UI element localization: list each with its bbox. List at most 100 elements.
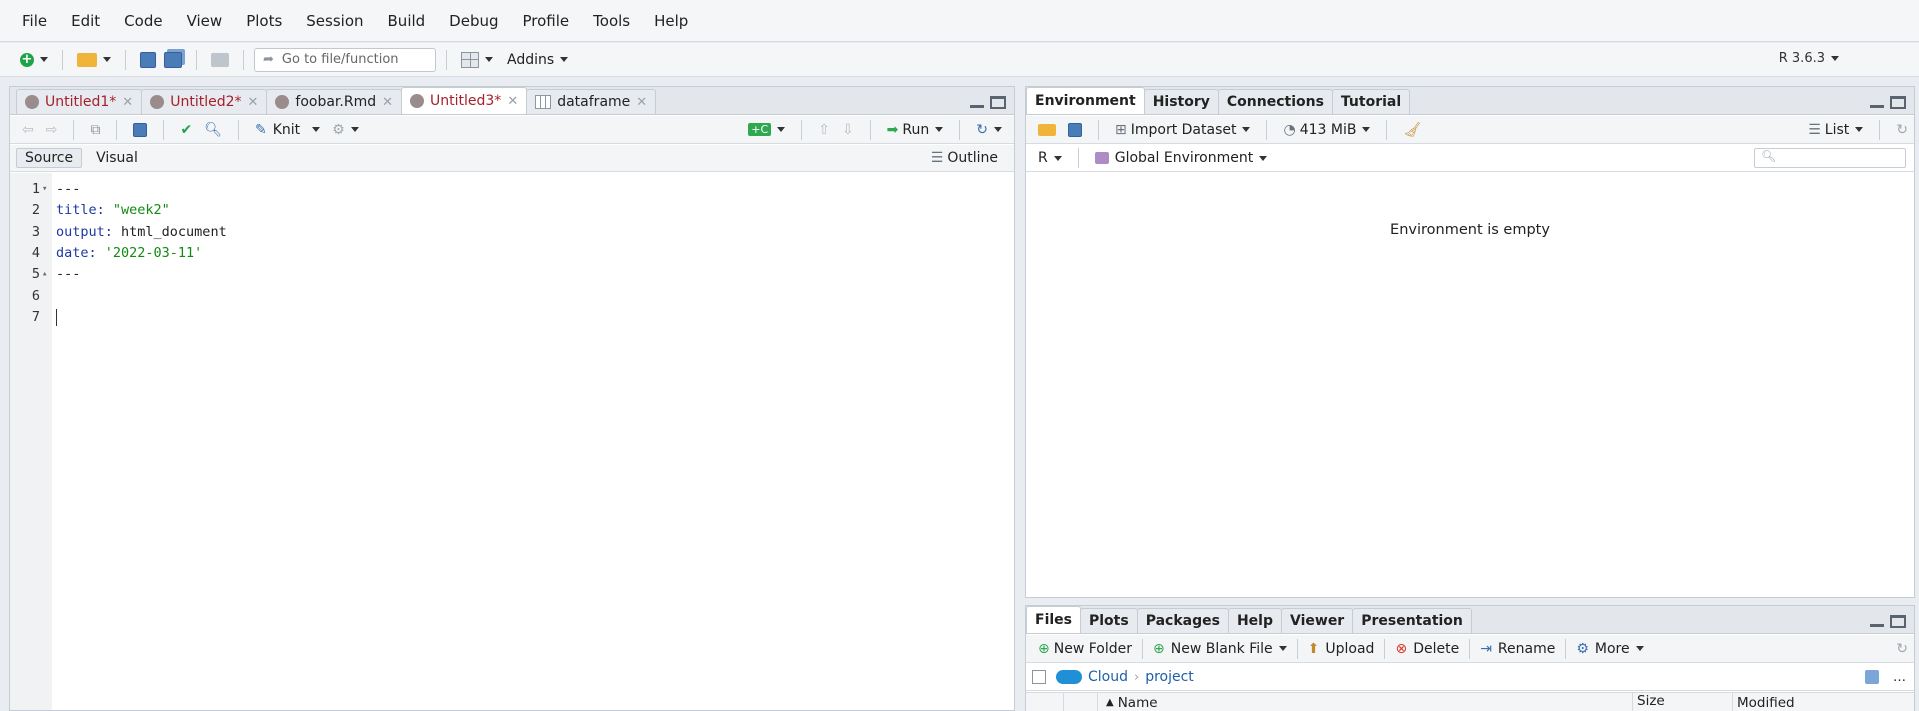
- tab-files[interactable]: Files: [1026, 606, 1081, 633]
- code-area[interactable]: 1 ▾ --- 2 title: "week2" 3 output: html_docume…: [10, 173, 1014, 710]
- memory-usage-button[interactable]: ◔ 413 MiB: [1277, 119, 1376, 141]
- menu-view[interactable]: View: [187, 12, 223, 30]
- menu-edit[interactable]: Edit: [71, 12, 100, 30]
- menu-plots[interactable]: Plots: [246, 12, 282, 30]
- col-modified-header[interactable]: Modified: [1733, 695, 1795, 711]
- insert-chunk-icon: +C: [748, 123, 772, 136]
- breadcrumb-project[interactable]: project: [1145, 669, 1194, 685]
- menu-help[interactable]: Help: [654, 12, 688, 30]
- close-icon[interactable]: ✕: [507, 94, 518, 109]
- menu-profile[interactable]: Profile: [523, 12, 570, 30]
- tab-untitled3[interactable]: Untitled3* ✕: [401, 87, 528, 114]
- delete-button[interactable]: ⊗ Delete: [1389, 638, 1465, 660]
- tab-tutorial[interactable]: Tutorial: [1331, 89, 1411, 114]
- menu-tools[interactable]: Tools: [593, 12, 630, 30]
- save-all-button[interactable]: [160, 47, 186, 73]
- close-icon[interactable]: ✕: [636, 95, 647, 110]
- tab-environment[interactable]: Environment: [1026, 87, 1145, 114]
- minimize-icon[interactable]: [1870, 96, 1884, 108]
- tab-foobar-rmd[interactable]: foobar.Rmd ✕: [266, 89, 403, 114]
- visual-mode-button[interactable]: Visual: [90, 147, 144, 169]
- close-icon[interactable]: ✕: [382, 95, 393, 110]
- code-editor[interactable]: 1 ▾ --- 2 title: "week2" 3 output: html_docume…: [10, 173, 1014, 710]
- print-button[interactable]: [207, 47, 233, 73]
- tab-untitled2[interactable]: Untitled2* ✕: [141, 89, 268, 114]
- menu-session[interactable]: Session: [306, 12, 363, 30]
- tab-packages[interactable]: Packages: [1136, 608, 1229, 633]
- menu-build[interactable]: Build: [388, 12, 426, 30]
- fold-toggle-icon[interactable]: ▾: [42, 179, 47, 200]
- show-in-window-icon[interactable]: ⧉: [84, 119, 106, 141]
- rename-button[interactable]: ⇥ Rename: [1474, 638, 1561, 660]
- r-version-selector[interactable]: R 3.6.3: [1779, 51, 1839, 66]
- goto-file-input[interactable]: ➦ Go to file/function: [254, 47, 436, 72]
- plus-icon: ⊕: [1153, 640, 1165, 657]
- line-number: 4: [31, 244, 40, 261]
- source-mode-button[interactable]: Source: [16, 148, 83, 168]
- upload-button[interactable]: ⬆ Upload: [1302, 638, 1381, 660]
- open-file-button[interactable]: [73, 47, 115, 73]
- settings-gear-button[interactable]: ⚙: [326, 119, 365, 141]
- tab-dataframe[interactable]: dataframe ✕: [526, 89, 657, 114]
- clear-workspace-button[interactable]: 🧹︎: [1397, 119, 1427, 141]
- forward-arrow-icon[interactable]: ⇨: [40, 119, 64, 141]
- more-options-icon[interactable]: …: [1893, 670, 1906, 685]
- tab-connections[interactable]: Connections: [1217, 89, 1333, 114]
- close-icon[interactable]: ✕: [122, 95, 133, 110]
- refresh-button[interactable]: ↻: [1890, 638, 1914, 660]
- next-chunk-button[interactable]: ⇩: [836, 119, 860, 141]
- pane-layout-button[interactable]: [457, 47, 497, 73]
- maximize-icon[interactable]: [1890, 96, 1906, 109]
- addins-button[interactable]: Addins: [503, 47, 572, 73]
- save-button[interactable]: [136, 47, 160, 73]
- prev-chunk-button[interactable]: ⇧: [812, 119, 836, 141]
- save-all-icon: [164, 51, 182, 68]
- col-size-header[interactable]: Size: [1633, 693, 1733, 711]
- back-arrow-icon[interactable]: ⇦: [16, 119, 40, 141]
- env-search-input[interactable]: 🔍︎: [1754, 148, 1906, 168]
- col-name-header[interactable]: ▲ Name: [1098, 693, 1633, 711]
- menu-debug[interactable]: Debug: [449, 12, 498, 30]
- save-editor-button[interactable]: [127, 119, 153, 141]
- search-icon[interactable]: 🔍︎: [198, 119, 228, 141]
- editor-tab-bar: Untitled1* ✕ Untitled2* ✕ foobar.Rmd ✕ Unti…: [10, 87, 1014, 115]
- env-tab-bar: Environment History Connections Tutorial: [1026, 87, 1914, 115]
- rerun-button[interactable]: ↻: [970, 119, 1008, 141]
- editor-mode-bar: Source Visual ☰ Outline: [10, 145, 1014, 172]
- import-dataset-button[interactable]: ⊞ Import Dataset: [1109, 119, 1256, 141]
- outline-button[interactable]: ☰ Outline: [925, 147, 1004, 169]
- new-blank-file-button[interactable]: ⊕ New Blank File: [1147, 638, 1293, 660]
- tab-viewer[interactable]: Viewer: [1281, 608, 1354, 633]
- new-folder-button[interactable]: ⊕ New Folder: [1032, 638, 1138, 660]
- maximize-icon[interactable]: [990, 96, 1006, 109]
- knit-button[interactable]: ✎ Knit: [249, 119, 326, 141]
- git-icon[interactable]: [1865, 670, 1879, 684]
- gear-icon: ⚙: [1576, 640, 1589, 657]
- rename-icon: ⇥: [1480, 640, 1492, 657]
- fold-toggle-icon[interactable]: ▴: [42, 264, 47, 285]
- tab-help[interactable]: Help: [1227, 608, 1282, 633]
- minimize-icon[interactable]: [1870, 615, 1884, 627]
- run-button[interactable]: ➡ Run: [881, 119, 950, 141]
- refresh-button[interactable]: ↻: [1890, 119, 1914, 141]
- menu-code[interactable]: Code: [124, 12, 162, 30]
- spellcheck-icon[interactable]: ✔: [174, 119, 198, 141]
- close-icon[interactable]: ✕: [248, 95, 259, 110]
- tab-untitled1[interactable]: Untitled1* ✕: [16, 89, 143, 114]
- insert-chunk-button[interactable]: +C: [742, 119, 791, 141]
- breadcrumb-cloud[interactable]: Cloud: [1088, 669, 1128, 685]
- load-workspace-button[interactable]: [1032, 119, 1062, 141]
- menu-file[interactable]: File: [22, 12, 47, 30]
- tab-presentation[interactable]: Presentation: [1352, 608, 1472, 633]
- scope-selector[interactable]: Global Environment: [1089, 147, 1274, 169]
- language-selector[interactable]: R: [1032, 147, 1068, 169]
- save-workspace-button[interactable]: [1062, 119, 1088, 141]
- list-view-button[interactable]: ☰ List: [1802, 119, 1869, 141]
- select-all-checkbox[interactable]: [1032, 670, 1046, 684]
- more-button[interactable]: ⚙ More: [1570, 638, 1649, 660]
- tab-history[interactable]: History: [1143, 89, 1219, 114]
- tab-plots[interactable]: Plots: [1080, 608, 1138, 633]
- maximize-icon[interactable]: [1890, 615, 1906, 628]
- new-file-button[interactable]: +: [16, 47, 52, 73]
- minimize-icon[interactable]: [970, 96, 984, 108]
